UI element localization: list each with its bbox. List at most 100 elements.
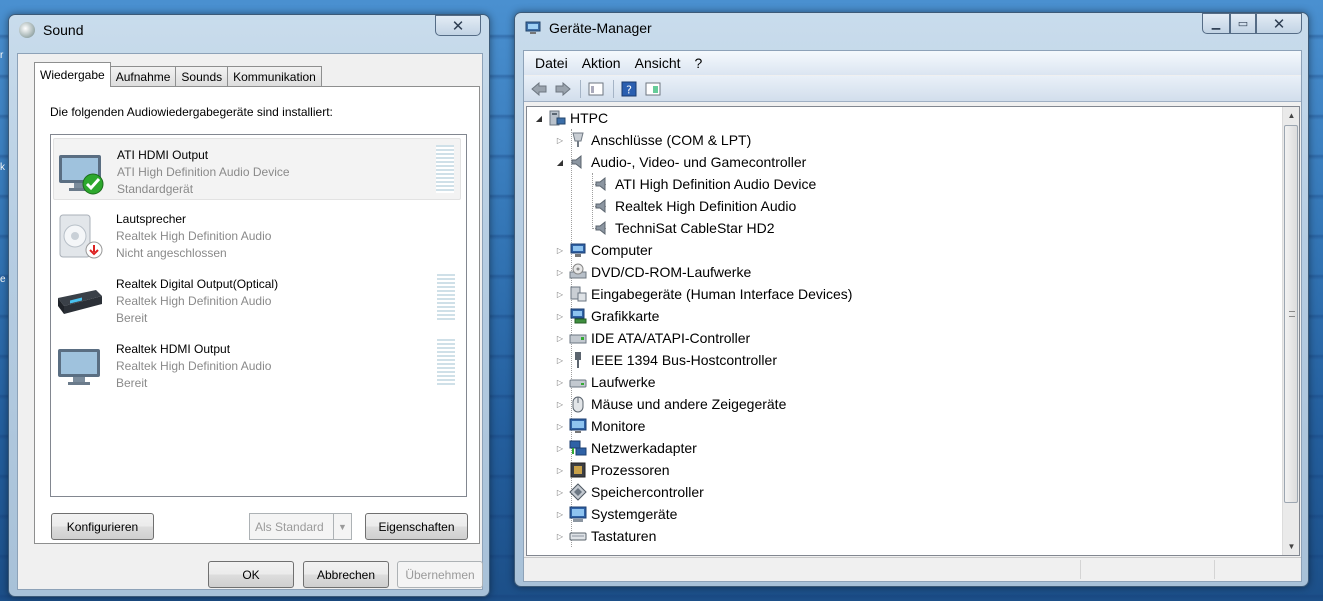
drive-icon [569,379,587,388]
collapse-arrow-icon[interactable]: ◢ [533,114,545,123]
tab-wiedergabe[interactable]: Wiedergabe [34,62,111,87]
expand-arrow-icon[interactable]: ▷ [554,136,566,145]
device-item-digital-optical[interactable]: Realtek Digital Output(Optical) Realtek … [53,268,461,330]
computer-icon [570,243,586,257]
tree-leaf-ati-audio[interactable]: ATI High Definition Audio Device [590,173,816,195]
keyboard-icon [569,532,587,541]
configure-button[interactable]: Konfigurieren [51,513,154,540]
monitor-icon [569,418,587,433]
tree-node-system-devices[interactable]: ▷ Systemgeräte [554,503,677,525]
tree-node-dvd[interactable]: ▷ DVD/CD-ROM-Laufwerke [554,261,751,283]
expand-arrow-icon[interactable]: ▷ [554,356,566,365]
tree-label: Anschlüsse (COM & LPT) [591,132,752,148]
properties-button[interactable]: Eigenschaften [365,513,468,540]
tab-aufnahme[interactable]: Aufnahme [109,66,177,87]
expand-arrow-icon[interactable]: ▷ [554,400,566,409]
device-status: Bereit [116,311,148,325]
maximize-button[interactable]: ▭ [1230,13,1256,34]
tree-label: DVD/CD-ROM-Laufwerke [591,264,752,280]
device-item-lautsprecher[interactable]: Lautsprecher Realtek High Definition Aud… [53,203,461,265]
tree-leaf-realtek-audio[interactable]: Realtek High Definition Audio [590,195,796,217]
expand-arrow-icon[interactable]: ▷ [554,510,566,519]
playback-panel: Die folgenden Audiowiedergabegeräte sind… [34,86,480,544]
expand-arrow-icon[interactable]: ▷ [554,422,566,431]
expand-arrow-icon[interactable]: ▷ [554,268,566,277]
vertical-scrollbar[interactable]: ▲ ▼ [1282,107,1299,555]
minimize-button[interactable]: ▁ [1202,13,1230,34]
forward-arrow-icon[interactable] [554,80,572,98]
tree-leaf-technisat[interactable]: TechniSat CableStar HD2 [590,217,775,239]
cancel-button[interactable]: Abbrechen [303,561,389,588]
network-icon [569,440,587,456]
tree-label: Laufwerke [591,374,656,390]
expand-arrow-icon[interactable]: ▷ [554,532,566,541]
ide-icon [569,334,587,344]
device-name: ATI HDMI Output [117,148,209,162]
expand-arrow-icon[interactable]: ▷ [554,444,566,453]
tree-node-hid[interactable]: ▷ Eingabegeräte (Human Interface Devices… [554,283,853,305]
ok-button[interactable]: OK [208,561,294,588]
tree-node-processors[interactable]: ▷ Prozessoren [554,459,670,481]
tab-sounds[interactable]: Sounds [175,66,229,87]
volume-meter [436,145,454,193]
tree-node-storage-controllers[interactable]: ▷ Speichercontroller [554,481,704,503]
expand-arrow-icon[interactable]: ▷ [554,290,566,299]
status-pane [1214,560,1215,579]
expand-arrow-icon[interactable]: ▷ [554,378,566,387]
tree-node-drives[interactable]: ▷ Laufwerke [554,371,656,393]
tab-strip: Wiedergabe Aufnahme Sounds Kommunikation [34,62,322,87]
tree-node-mice[interactable]: ▷ Mäuse und andere Zeigegeräte [554,393,786,415]
expand-arrow-icon[interactable]: ▷ [554,334,566,343]
tree-node-computer[interactable]: ▷ Computer [554,239,653,261]
menu-aktion[interactable]: Aktion [575,55,628,71]
tree-node-monitors[interactable]: ▷ Monitore [554,415,646,437]
menu-datei[interactable]: Datei [528,55,575,71]
scroll-up-arrow-icon[interactable]: ▲ [1283,107,1299,124]
toolbar: ? [524,76,1301,102]
tree-node-network[interactable]: ▷ Netzwerkadapter [554,437,697,459]
set-default-dropdown[interactable]: Als Standard ▼ [249,513,352,540]
tree-node-ide[interactable]: ▷ IDE ATA/ATAPI-Controller [554,327,750,349]
expand-arrow-icon[interactable]: ▷ [554,312,566,321]
close-button[interactable]: ✕ [435,15,481,36]
device-item-ati-hdmi[interactable]: ATI HDMI Output ATI High Definition Audi… [53,138,461,200]
mouse-icon [572,396,584,413]
back-arrow-icon[interactable] [530,80,548,98]
computer-icon [549,110,566,126]
devmgr-titlebar[interactable]: Geräte-Manager [515,13,1308,43]
properties-view-icon[interactable] [587,80,605,98]
close-button[interactable]: ✕ [1256,13,1302,34]
storage-controller-icon [569,483,587,501]
device-name: Realtek Digital Output(Optical) [116,277,279,291]
devmgr-client-area: Datei Aktion Ansicht ? ? ◢ HTPC ▷ Anschl… [523,50,1302,582]
scrollbar-thumb[interactable] [1284,125,1298,503]
window-title: Sound [43,22,84,38]
expand-arrow-icon[interactable]: ▷ [554,246,566,255]
scroll-down-arrow-icon[interactable]: ▼ [1283,538,1299,555]
dvd-icon [569,263,587,279]
device-item-realtek-hdmi[interactable]: Realtek HDMI Output Realtek High Definit… [53,333,461,395]
expand-arrow-icon[interactable]: ▷ [554,466,566,475]
tree-node-display-adapter[interactable]: ▷ Grafikkarte [554,305,660,327]
menu-help[interactable]: ? [688,55,710,71]
apply-button[interactable]: Übernehmen [397,561,483,588]
status-pane [1080,560,1081,579]
device-driver: ATI High Definition Audio Device [117,165,290,179]
tree-label: Monitore [591,418,646,434]
device-view-icon[interactable] [644,80,662,98]
tree-label: Prozessoren [591,462,670,478]
tree-node-audio[interactable]: ◢ Audio-, Video- und Gamecontroller [554,151,806,173]
toolbar-separator [613,79,614,98]
tree-label: Eingabegeräte (Human Interface Devices) [591,286,853,302]
tree-root-htpc[interactable]: ◢ HTPC [533,107,608,129]
tree-node-ports[interactable]: ▷ Anschlüsse (COM & LPT) [554,129,751,151]
tree-node-firewire[interactable]: ▷ IEEE 1394 Bus-Hostcontroller [554,349,777,371]
tab-kommunikation[interactable]: Kommunikation [227,66,322,87]
menu-ansicht[interactable]: Ansicht [628,55,688,71]
help-icon[interactable]: ? [620,80,638,98]
expand-arrow-icon[interactable]: ▷ [554,488,566,497]
collapse-arrow-icon[interactable]: ◢ [554,158,566,167]
tree-node-keyboards[interactable]: ▷ Tastaturen [554,525,656,547]
system-device-icon [569,506,587,522]
sound-titlebar[interactable]: Sound [9,15,489,45]
